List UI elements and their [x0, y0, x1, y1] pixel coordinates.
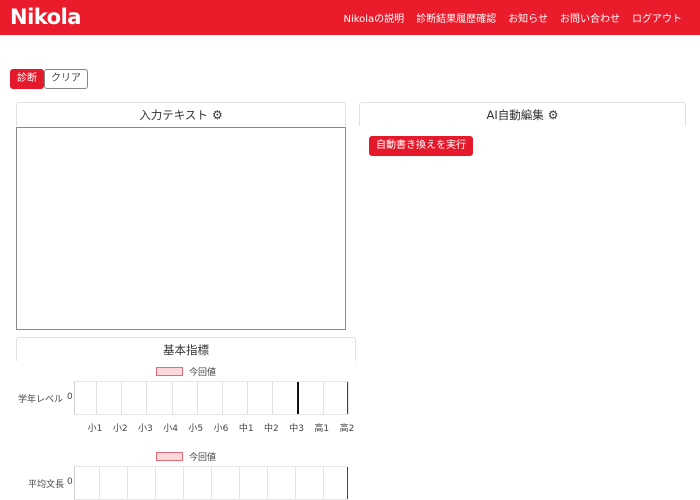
grade-gridline	[322, 382, 324, 414]
diagnose-button[interactable]: 診断	[10, 69, 44, 89]
top-navbar: Nikola Nikolaの説明 診断結果履歴確認 お知らせ お問い合わせ ログ…	[0, 0, 700, 35]
grade-tick-label: 高1	[314, 424, 330, 434]
length-gridline	[127, 467, 128, 499]
legend-current: 今回値	[156, 365, 216, 378]
sentence-length-label: 平均文長	[28, 480, 65, 490]
grade-tick-label: 小2	[112, 424, 128, 434]
input-text-title: 入力テキスト	[139, 107, 208, 122]
legend-swatch	[156, 452, 183, 461]
length-gridline	[99, 467, 100, 499]
legend-label: 今回値	[189, 453, 217, 463]
legend-label: 今回値	[189, 368, 217, 378]
grade-tick-label: 小4	[163, 424, 178, 434]
sentence-length-value: 0	[67, 477, 73, 487]
gear-icon[interactable]: ⚙	[548, 109, 559, 121]
grade-end-line	[347, 382, 348, 414]
grade-tick-label: 中3	[289, 424, 304, 434]
grade-gridline	[348, 382, 349, 414]
grade-level-chart	[74, 381, 349, 415]
length-gridline	[239, 467, 240, 499]
length-gridline	[183, 467, 184, 499]
length-gridline	[155, 467, 156, 499]
grade-gridline	[121, 382, 123, 414]
length-gridline	[211, 467, 212, 499]
nav-link-logout[interactable]: ログアウト	[626, 10, 688, 25]
length-gridline	[323, 467, 324, 499]
brand-logo[interactable]: Nikola	[10, 4, 81, 30]
nav-link-news[interactable]: お知らせ	[502, 10, 554, 25]
grade-gridline	[196, 382, 198, 414]
grade-tick-label: 中2	[264, 424, 279, 434]
nav-link-history[interactable]: 診断結果履歴確認	[410, 10, 502, 25]
auto-rewrite-button[interactable]: 自動書き換えを実行	[369, 136, 473, 156]
grade-level-label: 学年レベル	[18, 395, 64, 405]
length-gridline	[295, 467, 296, 499]
ai-edit-header: AI自動編集 ⚙	[359, 102, 686, 126]
clear-button[interactable]: クリア	[44, 69, 88, 89]
grade-gridline	[247, 382, 249, 414]
ai-edit-title: AI自動編集	[486, 107, 544, 122]
length-end-line	[347, 467, 348, 499]
grade-tick-label: 高2	[339, 424, 355, 434]
grade-tick-label: 小1	[87, 424, 103, 434]
grade-gridline	[96, 382, 97, 414]
grade-gridline	[171, 382, 173, 414]
legend-current-2: 今回値	[156, 450, 216, 463]
grade-tick-label: 小6	[213, 424, 229, 434]
grade-gridline	[146, 382, 148, 414]
grade-gridline	[222, 382, 223, 414]
metrics-title: 基本指標	[163, 342, 209, 357]
length-gridline	[267, 467, 268, 499]
input-textarea[interactable]	[16, 127, 346, 330]
grade-gridline	[272, 382, 274, 414]
nav-links: Nikolaの説明 診断結果履歴確認 お知らせ お問い合わせ ログアウト	[337, 0, 688, 35]
nav-link-about[interactable]: Nikolaの説明	[337, 10, 410, 25]
metrics-header: 基本指標	[16, 337, 356, 361]
grade-level-value: 0	[67, 392, 73, 402]
legend-swatch	[156, 367, 183, 376]
grade-marker	[296, 382, 299, 414]
input-text-header: 入力テキスト ⚙	[16, 102, 346, 126]
grade-tick-label: 小3	[138, 424, 153, 434]
grade-tick-label: 小5	[188, 424, 204, 434]
grade-tick-label: 中1	[238, 424, 254, 434]
nav-link-contact[interactable]: お問い合わせ	[554, 10, 626, 25]
gear-icon[interactable]: ⚙	[212, 109, 223, 121]
